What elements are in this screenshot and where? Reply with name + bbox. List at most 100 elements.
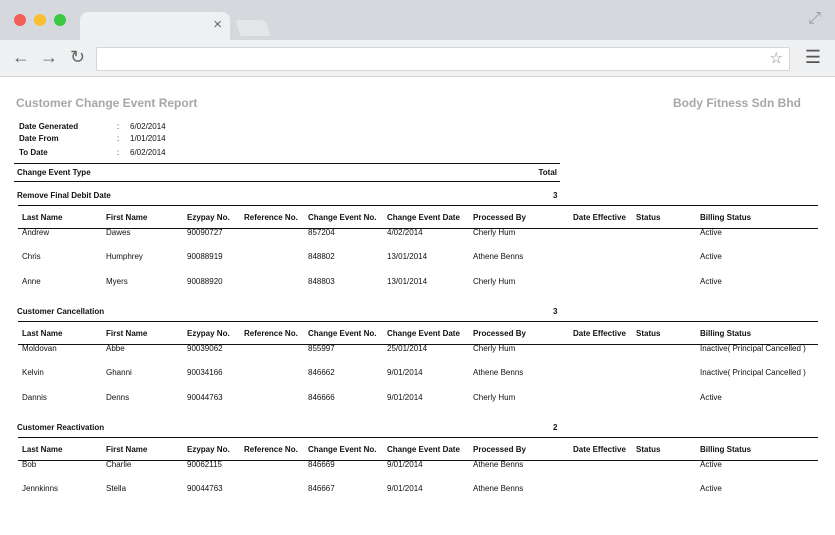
column-header-billing-status: Billing Status <box>700 445 752 454</box>
cell-billing-status: Active <box>700 393 722 402</box>
meta-value: 6/02/2014 <box>130 122 166 131</box>
section-total: 3 <box>553 191 558 200</box>
column-header-last-name: Last Name <box>22 445 63 454</box>
cell-ezypay-no: 90062115 <box>187 460 222 469</box>
column-header-date-effective: Date Effective <box>573 445 626 454</box>
cell-processed-by: Cherly Hum <box>473 393 516 402</box>
cell-ezypay-no: 90044763 <box>187 484 223 493</box>
section-total: 2 <box>553 423 558 432</box>
cell-change-event-date: 13/01/2014 <box>387 277 428 286</box>
new-tab-button[interactable] <box>235 20 271 36</box>
column-header-change-event-no: Change Event No. <box>308 445 377 454</box>
column-header-last-name: Last Name <box>22 329 63 338</box>
column-header-date-effective: Date Effective <box>573 329 626 338</box>
cell-last-name: Andrew <box>22 228 50 237</box>
back-arrow-icon[interactable]: ← <box>12 46 30 68</box>
cell-ezypay-no: 90088919 <box>187 252 223 261</box>
close-window-button[interactable] <box>14 14 26 26</box>
column-header-status: Status <box>636 445 661 454</box>
cell-change-event-no: 855997 <box>308 344 335 353</box>
cell-change-event-no: 846666 <box>308 393 335 402</box>
meta-separator: : <box>117 122 120 131</box>
meta-separator: : <box>117 134 120 143</box>
cell-change-event-date: 13/01/2014 <box>387 252 428 261</box>
column-header-ezypay-no: Ezypay No. <box>187 213 230 222</box>
cell-change-event-date: 9/01/2014 <box>387 393 423 402</box>
cell-change-event-date: 9/01/2014 <box>387 484 423 493</box>
summary-header: Change Event Type Total <box>14 163 560 182</box>
hamburger-menu-icon[interactable]: ☰ <box>805 47 821 67</box>
cell-ezypay-no: 90034166 <box>187 368 223 377</box>
fullscreen-icon[interactable]: ⤢ <box>808 10 821 28</box>
cell-last-name: Bob <box>22 460 37 469</box>
reload-icon[interactable]: ↻ <box>70 46 85 68</box>
column-header-date-effective: Date Effective <box>573 213 626 222</box>
cell-first-name: Dawes <box>106 228 131 237</box>
cell-change-event-no: 848803 <box>308 277 335 286</box>
cell-last-name: Dannis <box>22 393 47 402</box>
column-header-first-name: First Name <box>106 213 148 222</box>
cell-ezypay-no: 90090727 <box>187 228 223 237</box>
cell-billing-status: Active <box>700 277 722 286</box>
cell-processed-by: Athene Benns <box>473 484 524 493</box>
forward-arrow-icon[interactable]: → <box>40 46 58 68</box>
cell-billing-status: Active <box>700 228 722 237</box>
cell-processed-by: Athene Benns <box>473 252 524 261</box>
cell-ezypay-no: 90088920 <box>187 277 223 286</box>
column-header-ezypay-no: Ezypay No. <box>187 445 230 454</box>
column-header-change-event-date: Change Event Date <box>387 329 460 338</box>
cell-last-name: Kelvin <box>22 368 44 377</box>
cell-processed-by: Cherly Hum <box>473 228 516 237</box>
column-header-ezypay-no: Ezypay No. <box>187 329 230 338</box>
cell-change-event-date: 25/01/2014 <box>387 344 428 353</box>
column-header-processed-by: Processed By <box>473 445 526 454</box>
cell-first-name: Stella <box>106 484 127 493</box>
meta-value: 6/02/2014 <box>130 148 166 157</box>
browser-tab[interactable]: × <box>80 12 230 40</box>
cell-first-name: Denns <box>106 393 130 402</box>
bookmark-star-icon[interactable]: ☆ <box>770 49 783 67</box>
column-header-processed-by: Processed By <box>473 213 526 222</box>
column-header-reference-no: Reference No. <box>244 329 298 338</box>
column-header-first-name: First Name <box>106 329 148 338</box>
meta-separator: : <box>117 148 120 157</box>
column-header-last-name: Last Name <box>22 213 63 222</box>
cell-processed-by: Cherly Hum <box>473 344 516 353</box>
column-header-row: Last Name First Name Ezypay No. Reference N… <box>18 205 818 229</box>
cell-last-name: Moldovan <box>22 344 57 353</box>
company-name: Body Fitness Sdn Bhd <box>672 96 801 110</box>
cell-ezypay-no: 90044763 <box>187 393 223 402</box>
column-header-processed-by: Processed By <box>473 329 526 338</box>
cell-change-event-no: 857204 <box>308 228 335 237</box>
tab-bar: × ⤢ <box>0 0 835 40</box>
cell-billing-status: Active <box>700 252 722 261</box>
maximize-window-button[interactable] <box>54 14 66 26</box>
column-header-change-event-no: Change Event No. <box>308 213 377 222</box>
cell-change-event-no: 848802 <box>308 252 335 261</box>
column-header-billing-status: Billing Status <box>700 213 752 222</box>
cell-change-event-no: 846667 <box>308 484 335 493</box>
change-event-type-label: Change Event Type <box>17 168 91 177</box>
total-label: Total <box>538 168 557 177</box>
section-total: 3 <box>553 307 558 316</box>
column-header-reference-no: Reference No. <box>244 213 298 222</box>
meta-value: 1/01/2014 <box>130 134 166 143</box>
close-tab-icon[interactable]: × <box>213 17 222 33</box>
cell-billing-status: Inactive( Principal Cancelled ) <box>700 368 806 377</box>
meta-label: Date From <box>19 134 59 143</box>
cell-change-event-no: 846662 <box>308 368 335 377</box>
cell-billing-status: Active <box>700 460 722 469</box>
address-bar[interactable]: ☆ <box>96 47 790 71</box>
cell-first-name: Abbe <box>106 344 125 353</box>
minimize-window-button[interactable] <box>34 14 46 26</box>
section-title: Customer Cancellation <box>17 307 105 316</box>
cell-change-event-date: 9/01/2014 <box>387 368 423 377</box>
cell-last-name: Jennkinns <box>22 484 59 493</box>
column-header-status: Status <box>636 329 661 338</box>
cell-first-name: Charlie <box>106 460 132 469</box>
cell-processed-by: Athene Benns <box>473 460 524 469</box>
cell-billing-status: Active <box>700 484 722 493</box>
cell-first-name: Myers <box>106 277 128 286</box>
cell-change-event-date: 9/01/2014 <box>387 460 423 469</box>
cell-last-name: Chris <box>22 252 41 261</box>
